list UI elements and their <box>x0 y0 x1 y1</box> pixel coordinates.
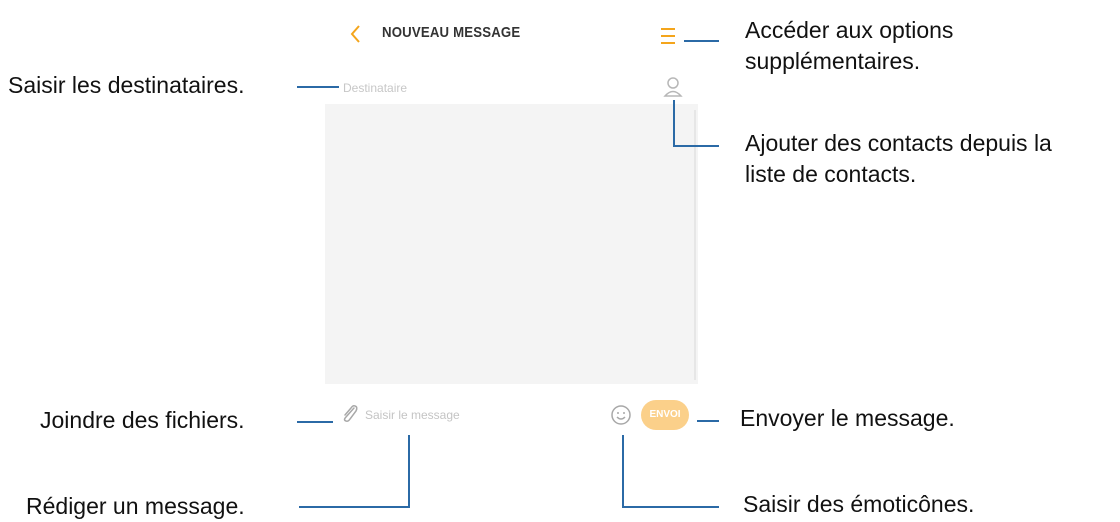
callout-recipients: Saisir les destinataires. <box>8 72 245 98</box>
callout-options-line2: supplémentaires. <box>745 48 921 74</box>
phone-screen: NOUVEAU MESSAGE Destinataire Saisir le m… <box>325 0 698 445</box>
chevron-left-icon[interactable] <box>347 22 365 46</box>
recipient-input[interactable] <box>343 78 643 98</box>
callout-contacts: Ajouter des contacts depuis la liste de … <box>745 128 1052 190</box>
callout-line-emoji-h <box>622 506 719 508</box>
message-thread-area <box>325 104 698 384</box>
callout-attach: Joindre des fichiers. <box>40 407 245 433</box>
callout-compose: Rédiger un message. <box>26 493 245 519</box>
paperclip-icon[interactable] <box>339 402 359 424</box>
callout-line-contacts-h <box>673 145 719 147</box>
send-button[interactable]: ENVOI <box>641 400 689 430</box>
callout-line-compose-h <box>299 506 410 508</box>
scroll-edge <box>694 110 696 380</box>
contact-icon[interactable] <box>663 76 683 98</box>
message-input[interactable] <box>365 406 565 424</box>
callout-line-emoji-v <box>622 435 624 508</box>
callout-line-options <box>684 40 719 42</box>
smiley-icon[interactable] <box>610 404 632 426</box>
compose-bar: ENVOI <box>325 384 698 445</box>
callout-send: Envoyer le message. <box>740 405 955 431</box>
callout-line-compose-v <box>408 435 410 508</box>
callout-options-line1: Accéder aux options <box>745 17 954 43</box>
callout-line-recipients <box>297 86 339 88</box>
callout-line-send <box>697 420 719 422</box>
callout-contacts-line2: liste de contacts. <box>745 161 917 187</box>
page-title: NOUVEAU MESSAGE <box>382 24 521 41</box>
callout-line-attach <box>297 421 333 423</box>
callout-line-contacts-v <box>673 100 675 146</box>
callout-contacts-line1: Ajouter des contacts depuis la <box>745 130 1052 156</box>
app-header: NOUVEAU MESSAGE <box>325 0 698 72</box>
callout-options: Accéder aux options supplémentaires. <box>745 15 953 77</box>
menu-icon[interactable] <box>661 26 675 46</box>
callout-emoji: Saisir des émoticônes. <box>743 491 975 517</box>
recipient-bar <box>325 72 698 104</box>
